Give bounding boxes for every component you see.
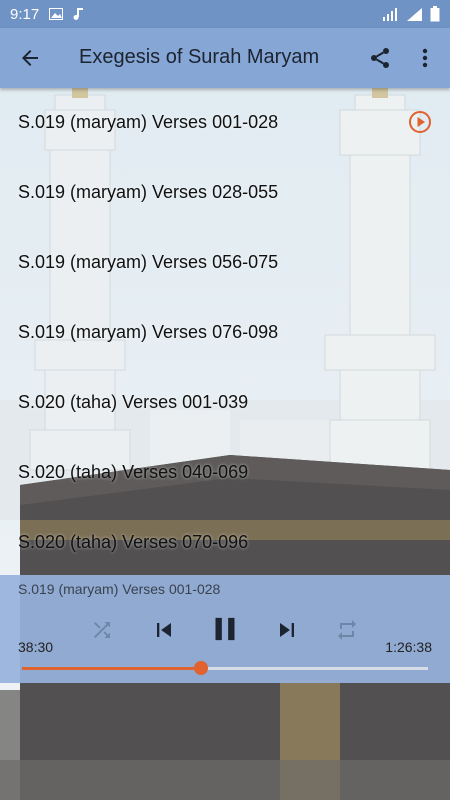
- track-label: S.019 (maryam) Verses 056-075: [18, 252, 279, 272]
- track-label: S.020 (taha) Verses 040-069: [18, 462, 249, 482]
- track-item-3[interactable]: S.019 (maryam) Verses 056-075: [0, 228, 450, 298]
- media-player: S.019 (maryam) Verses 001-028 38:30 1:26…: [0, 575, 450, 683]
- share-icon[interactable]: [368, 46, 392, 70]
- next-track-icon[interactable]: [273, 616, 301, 644]
- track-item-6[interactable]: S.020 (taha) Verses 040-069: [0, 438, 450, 508]
- status-icons: [382, 6, 440, 22]
- track-item-7[interactable]: S.020 (taha) Verses 070-096: [0, 508, 450, 578]
- track-item-2[interactable]: S.019 (maryam) Verses 028-055: [0, 158, 450, 228]
- page-title: Exegesis of Surah Maryam: [79, 46, 320, 68]
- status-time: 9:17: [10, 5, 40, 23]
- track-label: S.019 (maryam) Verses 028-055: [18, 182, 279, 202]
- track-item-4[interactable]: S.019 (maryam) Verses 076-098: [0, 298, 450, 368]
- track-item-5[interactable]: S.020 (taha) Verses 001-039: [0, 368, 450, 438]
- total-duration: 1:26:38: [385, 639, 432, 655]
- cell-signal-icon: [407, 8, 422, 21]
- now-playing-icon: [409, 111, 431, 133]
- battery-icon: [430, 6, 440, 22]
- previous-track-icon[interactable]: [150, 616, 178, 644]
- seek-thumb[interactable]: [193, 661, 208, 675]
- track-label: S.019 (maryam) Verses 001-028: [18, 112, 279, 132]
- more-options-icon[interactable]: [415, 46, 435, 70]
- app-bar: Exegesis of Surah Maryam: [0, 28, 450, 88]
- music-notification-icon: [73, 8, 84, 20]
- seek-progress: [22, 667, 201, 670]
- track-label: S.020 (taha) Verses 001-039: [18, 392, 249, 412]
- back-arrow-icon[interactable]: [18, 46, 42, 70]
- shuffle-icon[interactable]: [90, 618, 114, 642]
- image-notification-icon: [49, 8, 64, 20]
- now-playing-title: S.019 (maryam) Verses 001-028: [18, 581, 221, 597]
- wifi-signal-icon: [383, 8, 397, 21]
- status-bar: 9:17: [0, 0, 450, 28]
- track-label: S.020 (taha) Verses 070-096: [18, 532, 249, 552]
- pause-icon[interactable]: [206, 610, 244, 648]
- seek-bar[interactable]: [22, 661, 428, 675]
- repeat-icon[interactable]: [335, 618, 359, 642]
- track-label: S.019 (maryam) Verses 076-098: [18, 322, 279, 342]
- track-item-1[interactable]: S.019 (maryam) Verses 001-028: [0, 88, 450, 158]
- elapsed-time: 38:30: [18, 639, 54, 655]
